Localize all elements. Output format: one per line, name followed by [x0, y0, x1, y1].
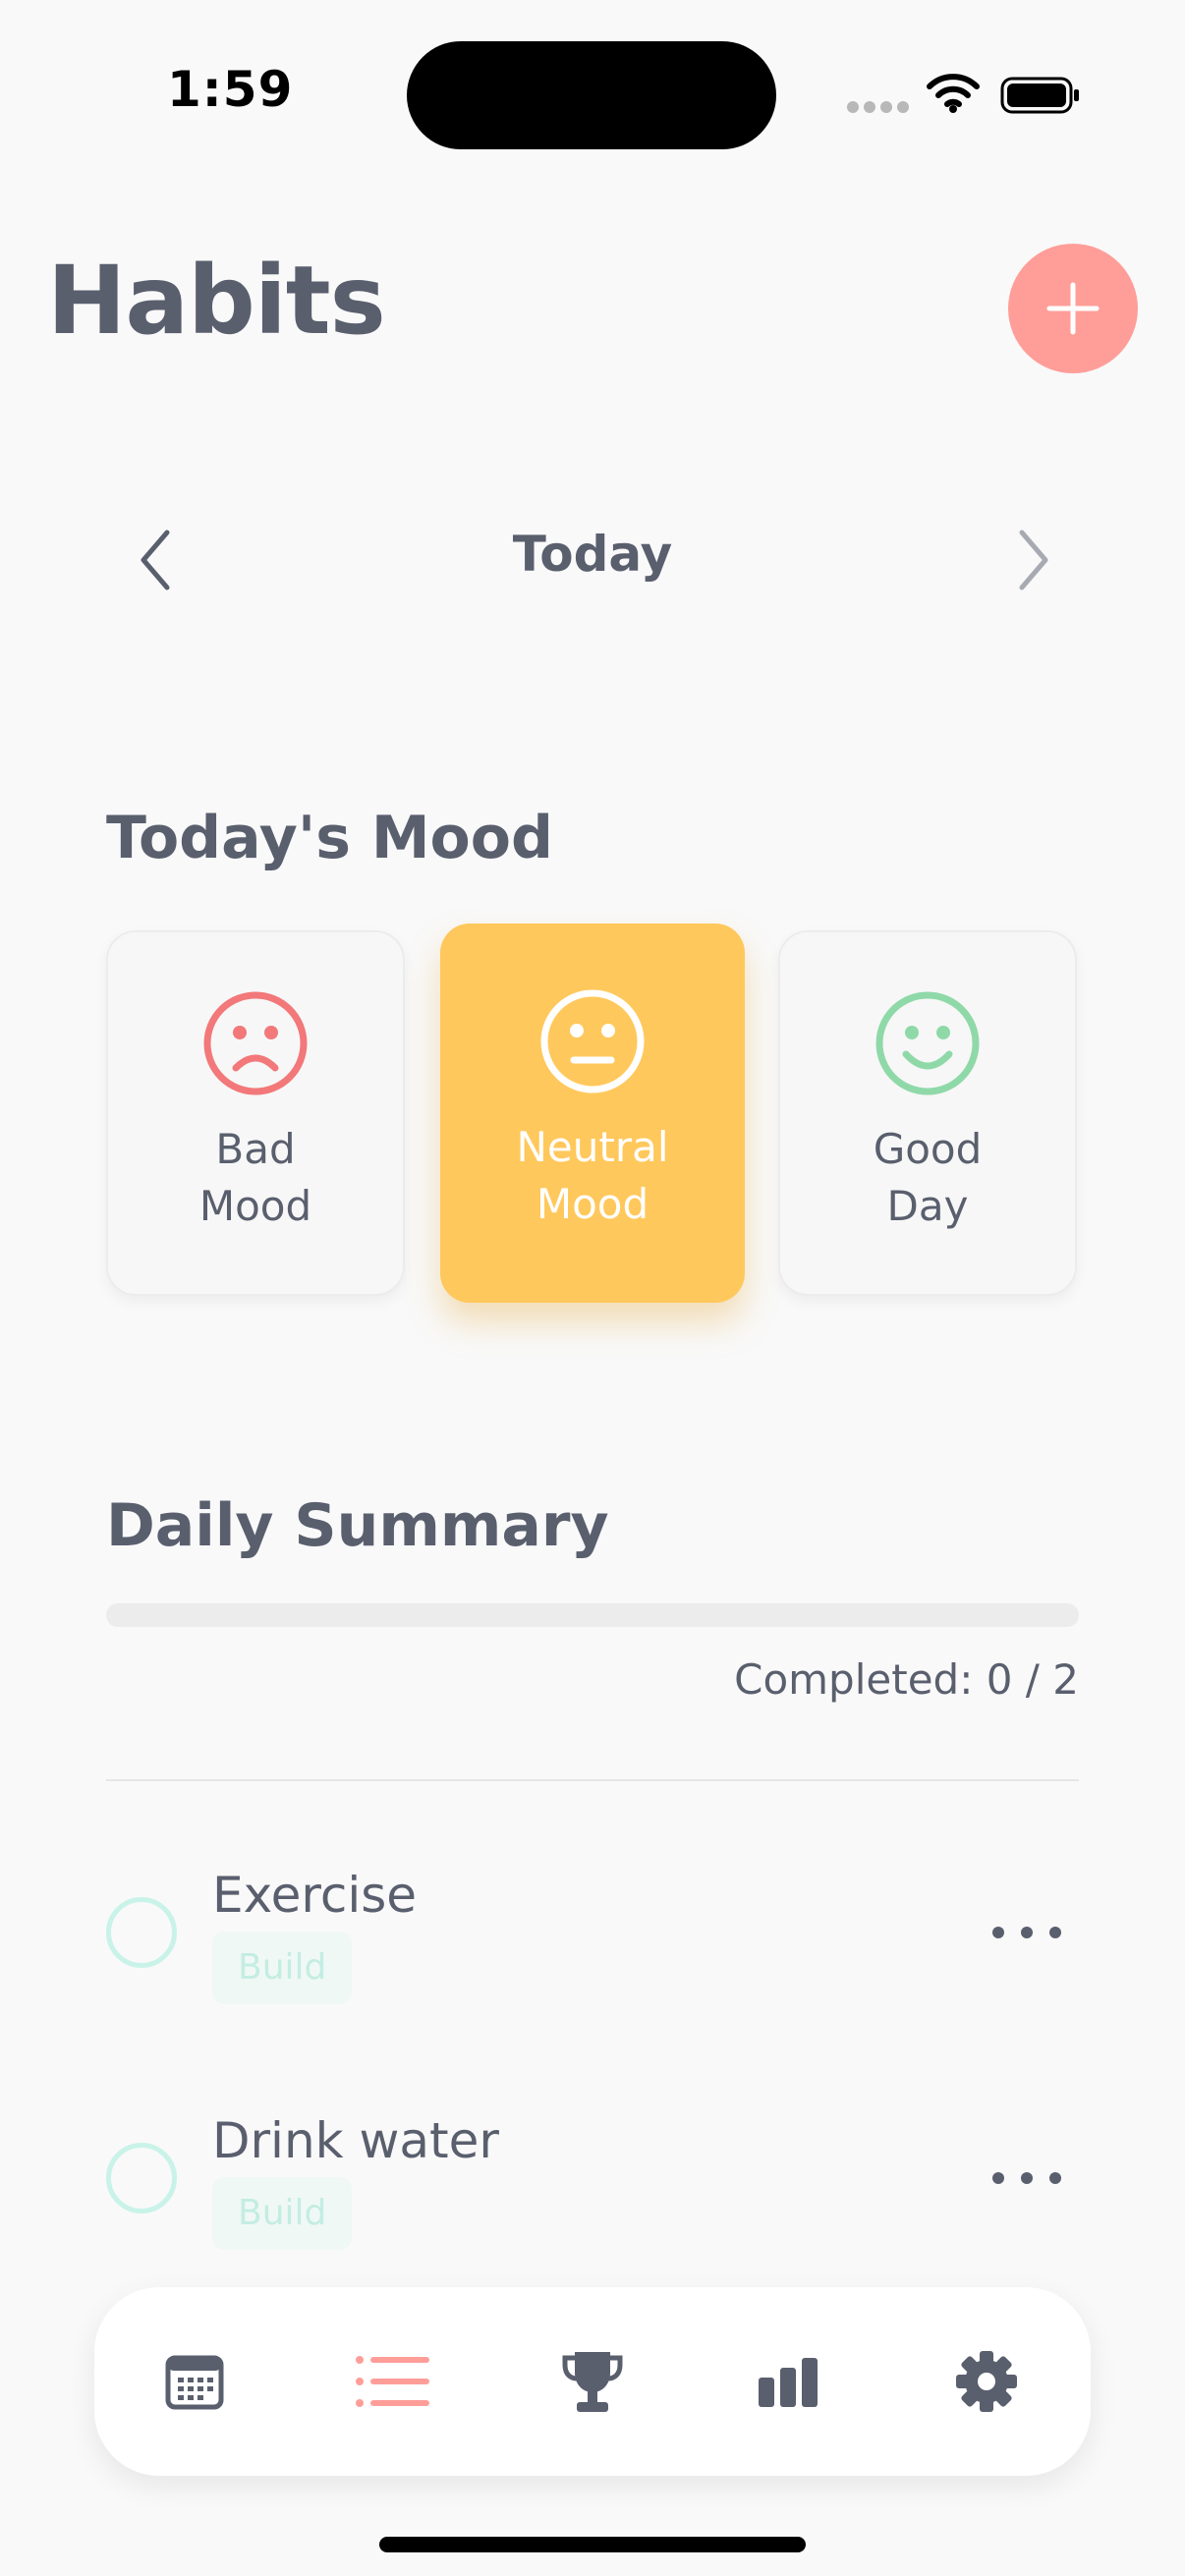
- status-time: 1:59: [167, 61, 294, 118]
- mood-option-neutral[interactable]: Neutral Mood: [440, 924, 745, 1303]
- tab-achievements[interactable]: [534, 2287, 651, 2476]
- gear-icon: [956, 2351, 1017, 2412]
- more-options-button[interactable]: [992, 2158, 1061, 2198]
- habit-type-badge: Build: [212, 1932, 353, 2004]
- more-dot: [992, 1927, 1004, 1938]
- cellular-signal-icon: [847, 101, 910, 115]
- battery-icon: [1000, 77, 1079, 114]
- tab-habits-list[interactable]: [334, 2287, 452, 2476]
- mood-label: Bad Mood: [198, 1125, 312, 1230]
- tab-settings[interactable]: [928, 2287, 1045, 2476]
- previous-day-button[interactable]: [128, 521, 187, 599]
- habit-checkbox[interactable]: [106, 1897, 177, 1968]
- tab-statistics[interactable]: [729, 2287, 847, 2476]
- calendar-icon: [165, 2355, 224, 2410]
- happy-face-icon: [875, 991, 980, 1095]
- trophy-icon: [562, 2352, 623, 2412]
- mood-option-bad[interactable]: Bad Mood: [106, 930, 405, 1296]
- wifi-icon: [927, 74, 980, 113]
- habit-name: Exercise: [212, 1867, 418, 1924]
- divider: [106, 1779, 1079, 1781]
- completed-count: Completed: 0 / 2: [734, 1655, 1079, 1704]
- habit-row-drink-water[interactable]: Drink water Build: [0, 2093, 1185, 2289]
- next-day-button[interactable]: [1002, 521, 1061, 599]
- mood-label: Neutral Mood: [516, 1123, 669, 1228]
- more-dot: [1049, 2172, 1061, 2184]
- sad-face-icon: [203, 991, 308, 1095]
- habit-checkbox[interactable]: [106, 2143, 177, 2213]
- more-dot: [1049, 1927, 1061, 1938]
- list-icon: [356, 2356, 429, 2407]
- bar-chart-icon: [759, 2358, 818, 2407]
- habit-type-badge: Build: [212, 2177, 353, 2250]
- tab-calendar[interactable]: [136, 2287, 254, 2476]
- bottom-tab-bar: [94, 2287, 1091, 2476]
- date-label: Today: [512, 526, 673, 583]
- add-habit-button[interactable]: [1008, 244, 1138, 373]
- neutral-face-icon: [540, 989, 645, 1093]
- mood-label: Good Day: [873, 1125, 983, 1230]
- mood-option-good[interactable]: Good Day: [778, 930, 1077, 1296]
- daily-progress-bar: [106, 1603, 1079, 1627]
- more-dot: [1021, 2172, 1033, 2184]
- more-dot: [1021, 1927, 1033, 1938]
- mood-section-title: Today's Mood: [106, 804, 553, 872]
- more-dot: [992, 2172, 1004, 2184]
- habit-name: Drink water: [212, 2112, 499, 2169]
- dynamic-island: [407, 41, 776, 149]
- more-options-button[interactable]: [992, 1913, 1061, 1952]
- page-title: Habits: [47, 246, 386, 356]
- chevron-right-icon: [1019, 530, 1048, 590]
- chevron-left-icon: [141, 530, 170, 590]
- summary-section-title: Daily Summary: [106, 1491, 609, 1560]
- home-indicator: [379, 2537, 806, 2552]
- habit-row-exercise[interactable]: Exercise Build: [0, 1847, 1185, 2044]
- plus-icon: [1046, 282, 1100, 335]
